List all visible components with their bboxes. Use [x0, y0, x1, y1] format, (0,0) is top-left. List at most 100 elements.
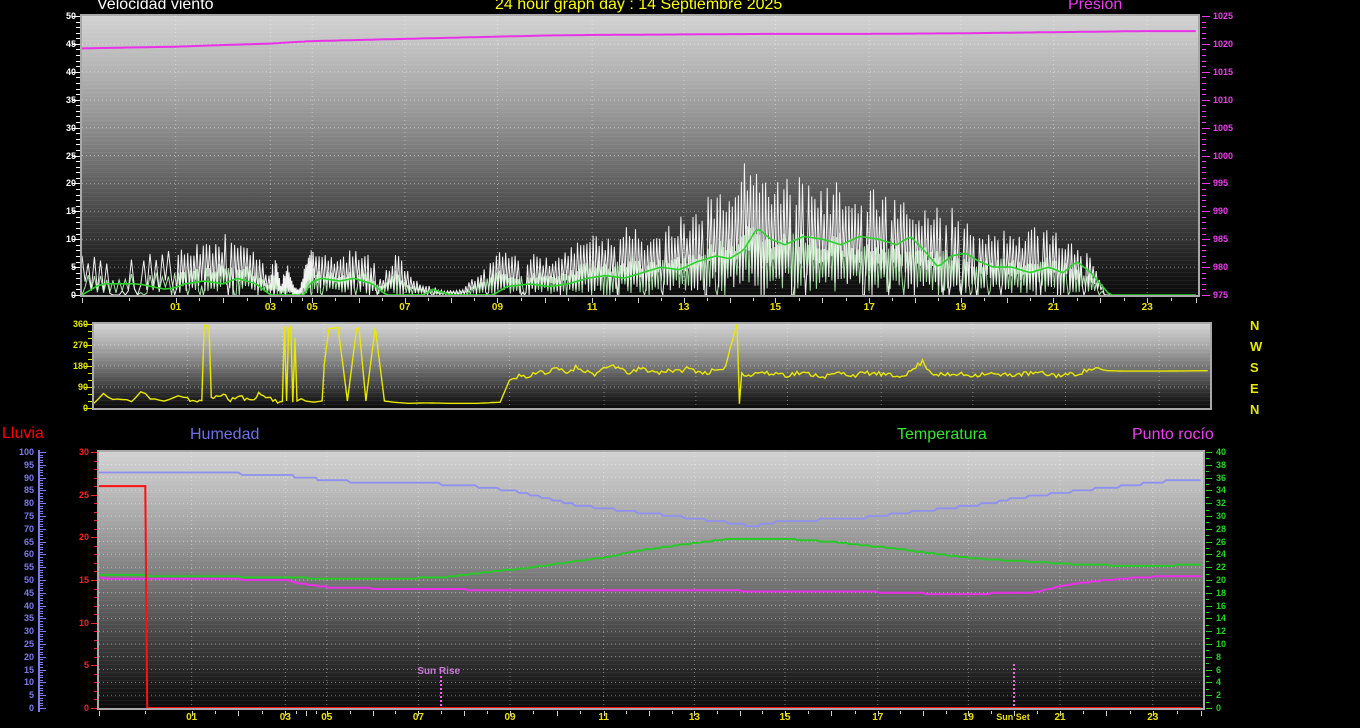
humidity-axis-label: 5: [10, 690, 34, 700]
humidity-axis-tick: [40, 695, 46, 696]
humidity-axis-tick: [40, 611, 43, 612]
x-tick-bottom: [1083, 711, 1084, 714]
pressure-axis-tick: [1202, 144, 1206, 145]
humidity-axis-tick: [40, 536, 43, 537]
temp-axis-tick: [1206, 663, 1209, 664]
hour-label-top: 13: [675, 302, 693, 313]
temp-axis-label: 10: [1216, 639, 1226, 649]
hour-label-top: 19: [952, 302, 970, 313]
compass-letter: S: [1250, 360, 1259, 375]
humidity-axis-tick: [40, 498, 43, 499]
pressure-axis-tick: [1202, 105, 1206, 106]
x-tick-top: [684, 298, 685, 303]
x-tick-bottom: [1177, 711, 1178, 714]
x-tick-bottom: [533, 711, 534, 714]
wind-axis-tick: [72, 44, 80, 45]
temp-axis-label: 36: [1216, 473, 1226, 483]
humidity-axis-label: 30: [10, 626, 34, 636]
humidity-axis-tick: [40, 659, 43, 660]
pressure-axis-tick: [1202, 38, 1206, 39]
temp-axis-tick: [1206, 657, 1212, 658]
x-tick-top: [405, 298, 406, 303]
temp-axis-tick: [1206, 599, 1209, 600]
x-tick-top: [223, 298, 224, 303]
pressure-axis-tick: [1202, 55, 1206, 56]
humidity-temp-dew-rain-chart: [97, 450, 1205, 710]
x-tick-bottom: [717, 711, 718, 714]
wind-axis-label: 10: [46, 234, 76, 244]
pressure-axis-tick: [1202, 161, 1206, 162]
x-tick-bottom: [464, 711, 465, 716]
pressure-axis-tick: [1202, 206, 1206, 207]
x-tick-bottom: [580, 711, 581, 714]
pressure-axis-tick: [1202, 61, 1206, 62]
x-tick-top: [1007, 298, 1008, 303]
compass-letter: N: [1250, 402, 1259, 417]
x-tick-bottom: [1060, 711, 1061, 716]
temperature-title: Temperatura: [897, 426, 987, 443]
x-tick-top: [846, 298, 847, 301]
humidity-axis-tick: [40, 501, 43, 502]
humidity-axis-tick: [40, 600, 43, 601]
pressure-axis-tick: [1202, 49, 1206, 50]
dew-point-title: Punto rocío: [1132, 426, 1214, 443]
pressure-axis-tick: [1202, 128, 1210, 129]
humidity-title: Humedad: [190, 426, 259, 443]
hour-label-bottom: 13: [685, 712, 703, 723]
temp-axis-label: 0: [1216, 703, 1221, 713]
humidity-axis-tick: [40, 667, 43, 668]
x-tick-bottom: [626, 711, 627, 714]
humidity-axis-label: 40: [10, 601, 34, 611]
humidity-axis-tick: [40, 531, 43, 532]
x-tick-top: [661, 298, 662, 301]
pressure-axis-tick: [1202, 22, 1206, 23]
x-tick-top: [938, 298, 939, 301]
x-tick-top: [359, 298, 360, 303]
wind-axis-label: 30: [46, 123, 76, 133]
x-tick-top: [82, 298, 83, 303]
pressure-axis-tick: [1202, 72, 1210, 73]
pressure-axis-label: 1015: [1213, 67, 1233, 77]
humidity-axis-label: 20: [10, 652, 34, 662]
humidity-axis-tick: [40, 562, 43, 563]
humidity-axis-tick: [40, 595, 43, 596]
x-tick-top: [497, 298, 498, 303]
hour-label-bottom: 03: [276, 712, 294, 723]
humidity-axis-tick: [40, 483, 43, 484]
humidity-axis-label: 90: [10, 473, 34, 483]
humidity-axis-label: 0: [10, 703, 34, 713]
x-tick-bottom: [991, 711, 992, 714]
dir-axis-label: 0: [58, 403, 88, 413]
temp-axis-label: 34: [1216, 485, 1226, 495]
humidity-axis-tick: [40, 670, 46, 671]
wind-speed-title: Velocidad viento: [97, 0, 214, 13]
temp-axis-label: 18: [1216, 588, 1226, 598]
humidity-axis-tick: [40, 624, 43, 625]
temp-axis-label: 16: [1216, 601, 1226, 611]
temp-axis-tick: [1206, 503, 1212, 504]
x-tick-bottom: [968, 711, 969, 716]
x-tick-bottom: [487, 711, 488, 714]
humidity-axis-label: 25: [10, 639, 34, 649]
temp-axis-label: 22: [1216, 562, 1226, 572]
dir-axis-tick: [84, 345, 92, 346]
pressure-axis-tick: [1202, 66, 1206, 67]
x-tick-top: [1196, 298, 1197, 303]
pressure-axis-tick: [1202, 195, 1206, 196]
humidity-axis-tick: [40, 524, 43, 525]
wind-axis-label: 5: [46, 262, 76, 272]
x-tick-top: [615, 298, 616, 301]
humidity-axis-tick: [40, 480, 43, 481]
wind-axis-label: 45: [46, 39, 76, 49]
wind-axis-label: 40: [46, 67, 76, 77]
temp-axis-label: 30: [1216, 511, 1226, 521]
compass-letter: W: [1250, 339, 1262, 354]
hour-label-top: 11: [583, 302, 601, 313]
humidity-axis-tick: [40, 557, 43, 558]
humidity-axis-tick: [40, 677, 43, 678]
temp-axis-tick: [1206, 522, 1209, 523]
wind-axis-tick: [72, 128, 80, 129]
pressure-axis-tick: [1202, 278, 1206, 279]
wind-axis-label: 20: [46, 178, 76, 188]
dir-axis-tick: [84, 366, 92, 367]
